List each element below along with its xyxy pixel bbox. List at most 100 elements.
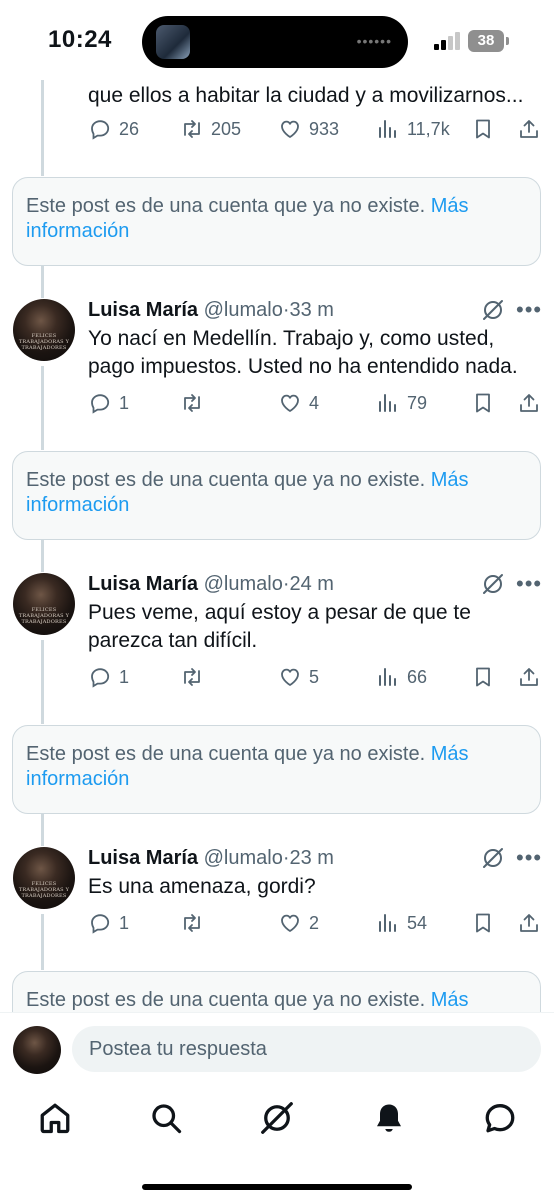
bookmark-icon [476,393,490,413]
battery-icon: 38 [468,30,504,52]
repost-icon [184,120,200,138]
reply-count: 1 [119,666,130,687]
reply-button[interactable]: 1 [88,661,129,693]
repost-icon [184,394,200,412]
views-icon [379,120,396,138]
bookmark-icon [476,913,490,933]
avatar[interactable]: FELICES TRABAJADORAS Y TRABAJADORES [13,573,75,635]
unavailable-post-notice: Este post es de una cuenta que ya no exi… [12,451,541,540]
author-handle[interactable]: @lumalo [204,299,283,321]
post-text: Es una amenaza, gordi? [88,875,316,898]
bookmark-button[interactable] [471,113,495,145]
like-count: 4 [309,392,320,413]
heart-icon [281,394,299,412]
author-handle[interactable]: @lumalo [204,573,283,595]
status-time: 10:24 [48,26,112,53]
dynamic-island: •••••• [142,16,408,68]
repost-button[interactable]: 205 [180,113,241,145]
home-icon[interactable] [37,1100,73,1136]
post-author: Luisa María @lumalo·23 m [88,845,334,871]
author-name[interactable]: Luisa María [88,847,198,869]
notice-text: Este post es de una cuenta que ya no exi… [26,989,426,1011]
avatar[interactable]: FELICES TRABAJADORAS Y TRABAJADORES [13,299,75,361]
grok-icon[interactable] [481,846,505,870]
avatar-caption: FELICES TRABAJADORAS Y TRABAJADORES [18,881,70,899]
author-name[interactable]: Luisa María [88,573,198,595]
views-button[interactable]: 79 [376,387,427,419]
share-button[interactable] [517,113,541,145]
share-button[interactable] [517,387,541,419]
messages-icon[interactable] [482,1100,518,1136]
reply-button[interactable]: 1 [88,387,129,419]
views-button[interactable]: 54 [376,907,427,939]
reply-icon [91,394,110,414]
like-button[interactable]: 933 [278,113,339,145]
repost-button[interactable] [180,387,204,419]
grok-icon[interactable] [481,298,505,322]
repost-button[interactable] [180,907,204,939]
reply-button[interactable]: 26 [88,113,139,145]
more-options-icon[interactable]: ••• [516,573,542,595]
views-button[interactable]: 66 [376,661,427,693]
like-button[interactable]: 4 [278,387,319,419]
reply-icon [91,668,110,688]
share-icon [520,120,538,138]
like-count: 2 [309,912,320,933]
bookmark-button[interactable] [471,661,495,693]
share-icon [520,668,538,686]
more-options-icon[interactable]: ••• [516,299,542,321]
post-time: 24 m [289,573,334,595]
like-button[interactable]: 2 [278,907,319,939]
post-actions: 26 205 933 11,7k [0,113,554,145]
bookmark-button[interactable] [471,907,495,939]
post-actions: 1 2 54 [0,907,554,939]
notice-text: Este post es de una cuenta que ya no exi… [26,743,426,765]
bookmark-icon [476,119,490,139]
avatar-caption: FELICES TRABAJADORAS Y TRABAJADORES [18,607,70,625]
status-bar: 10:24 •••••• 38 [0,0,554,80]
more-options-icon[interactable]: ••• [516,847,542,869]
repost-icon [184,668,200,686]
battery-tip [506,37,509,45]
views-count: 66 [407,666,428,687]
views-icon [379,668,396,686]
reply-count: 1 [119,912,130,933]
meta-separator: · [282,847,290,869]
reply-count: 1 [119,392,130,413]
repost-button[interactable] [180,661,204,693]
post-actions: 1 4 79 [0,387,554,419]
like-count: 5 [309,666,320,687]
bookmark-button[interactable] [471,387,495,419]
avatar[interactable]: FELICES TRABAJADORAS Y TRABAJADORES [13,847,75,909]
meta-separator: · [282,299,290,321]
views-count: 54 [407,912,428,933]
repost-count: 205 [211,118,242,139]
share-icon [520,914,538,932]
notice-text: Este post es de una cuenta que ya no exi… [26,195,426,217]
views-icon [379,914,396,932]
author-handle[interactable]: @lumalo [204,847,283,869]
reply-bar: Postea tu respuesta [0,1012,554,1084]
bookmark-icon [476,667,490,687]
reply-input[interactable]: Postea tu respuesta [72,1026,541,1072]
cellular-signal-icon [434,32,462,50]
author-name[interactable]: Luisa María [88,299,198,321]
reply-button[interactable]: 1 [88,907,129,939]
share-button[interactable] [517,661,541,693]
views-button[interactable]: 11,7k [376,113,450,145]
post-text: que ellos a habitar la ciudad y a movili… [88,84,524,107]
notifications-icon[interactable] [371,1100,407,1136]
like-button[interactable]: 5 [278,661,319,693]
repost-icon [184,914,200,932]
views-count: 11,7k [407,118,450,139]
unavailable-post-notice: Este post es de una cuenta que ya no exi… [12,725,541,814]
own-avatar[interactable] [13,1026,61,1074]
like-count: 933 [309,118,340,139]
share-button[interactable] [517,907,541,939]
search-icon[interactable] [148,1100,184,1136]
bottom-navigation [0,1090,554,1150]
reply-icon [91,914,110,934]
grok-icon[interactable] [259,1100,295,1136]
thread-line [41,266,44,298]
grok-icon[interactable] [481,572,505,596]
